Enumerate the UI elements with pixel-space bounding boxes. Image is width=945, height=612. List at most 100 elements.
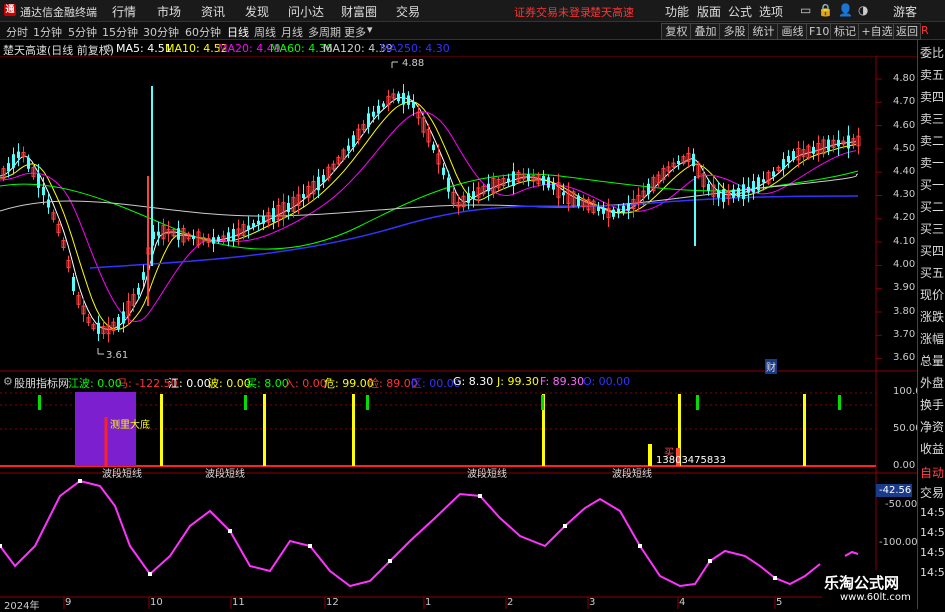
menu-shichang[interactable]: 市场 — [157, 3, 181, 20]
quote-label: 卖四 — [920, 90, 945, 104]
candle-body — [612, 209, 615, 217]
menu-hangqing[interactable]: 行情 — [112, 3, 136, 20]
menu-banmian[interactable]: 版面 — [697, 3, 721, 20]
price-label: 3.90 — [893, 282, 916, 293]
watermark-title: 乐淘公式网 — [824, 574, 900, 592]
tab-more[interactable]: 更多 — [344, 24, 366, 40]
quote-label: 卖二 — [920, 134, 945, 148]
menu-jiaoyi[interactable]: 交易 — [396, 3, 420, 20]
candle-body — [827, 139, 830, 151]
login-warning[interactable]: 证券交易未登录 — [514, 4, 591, 20]
wave-label: 波段短线 — [612, 469, 652, 480]
candle-body — [257, 220, 260, 225]
marker-button[interactable]: 标记 — [830, 23, 860, 40]
lock-icon[interactable]: 🔒 — [818, 3, 833, 17]
osc-point — [228, 529, 232, 533]
tab-weekly[interactable]: 周线 — [254, 24, 276, 40]
candle-body — [17, 151, 20, 158]
candle-body — [787, 155, 790, 163]
tab-daily[interactable]: 日线 — [227, 24, 249, 40]
tab-5min[interactable]: 5分钟 — [68, 24, 97, 40]
buy-tick — [838, 395, 841, 410]
quote-label: 买五 — [920, 266, 945, 280]
x-axis-label: 11 — [232, 597, 245, 608]
price-label: 4.40 — [893, 166, 916, 177]
buy-tick — [366, 395, 369, 410]
ma-info-bar: 楚天高速(日线 前复权) ⚙ MA5: 4.51 MA10: 4.52 MA20… — [0, 40, 945, 57]
risk-bar — [352, 394, 355, 466]
auto-trade-label[interactable]: 自动 — [920, 464, 944, 481]
osc-point — [148, 572, 152, 576]
candle-body — [42, 186, 45, 196]
menu-zixun[interactable]: 资讯 — [201, 3, 225, 20]
tab-1min[interactable]: 1分钟 — [33, 24, 62, 40]
draw-line-button[interactable]: 画线 — [777, 23, 808, 40]
menu-wenxiaoda[interactable]: 问小达 — [288, 3, 324, 20]
period-toolbar: 分时 1分钟 5分钟 15分钟 30分钟 60分钟 日线 周线 月线 多周期 更… — [0, 22, 945, 40]
quote-label: 涨幅 — [920, 332, 945, 346]
price-label: 4.50 — [893, 143, 916, 154]
back-button[interactable]: 返回 — [893, 23, 921, 40]
add-watchlist-button[interactable]: +自选 — [858, 23, 896, 40]
candle-body — [367, 113, 370, 128]
trade-label[interactable]: 交易 — [920, 484, 944, 501]
candle-body — [717, 190, 720, 198]
menu-gongneng[interactable]: 功能 — [665, 3, 689, 20]
indicator-gear-icon[interactable]: ⚙ — [3, 375, 13, 388]
candle-body — [142, 272, 145, 280]
price-axis-ticks — [876, 78, 882, 360]
oscillator-points — [0, 479, 859, 580]
indicator-value: 江波: 0.00 — [68, 377, 122, 390]
quote-label: 收益 — [920, 442, 945, 456]
tab-15min[interactable]: 15分钟 — [102, 24, 138, 40]
phone-watermark: 13803475833 — [656, 455, 726, 466]
candle-body — [597, 206, 600, 212]
f10-button[interactable]: F10 — [806, 23, 832, 40]
ma60-line — [0, 170, 859, 250]
osc-point — [78, 479, 82, 483]
overlay-button[interactable]: 叠加 — [690, 23, 721, 40]
tab-30min[interactable]: 30分钟 — [143, 24, 179, 40]
tab-multi-period[interactable]: 多周期 — [308, 24, 341, 40]
osc-point — [478, 494, 482, 498]
osc-tail — [844, 550, 859, 557]
multi-stock-button[interactable]: 多股 — [719, 23, 750, 40]
candle-body — [732, 189, 735, 198]
candle-body — [542, 175, 545, 185]
r-badge[interactable]: R — [921, 24, 929, 37]
buy-tick — [696, 395, 699, 410]
candle-body — [737, 187, 740, 198]
gear-icon[interactable]: ⚙ — [104, 42, 114, 55]
tab-60min[interactable]: 60分钟 — [185, 24, 221, 40]
menu-faxian[interactable]: 发现 — [245, 3, 269, 20]
stats-button[interactable]: 统计 — [748, 23, 779, 40]
guest-user[interactable]: 游客 — [893, 3, 917, 20]
time-label: 14:56 — [920, 566, 945, 579]
candle-body — [252, 223, 255, 227]
window-icon[interactable]: ▭ — [800, 3, 811, 17]
candle-body — [722, 189, 725, 202]
finance-marker[interactable]: 财 — [765, 359, 777, 374]
user-icon[interactable]: 👤 — [838, 3, 853, 17]
chevron-down-icon[interactable]: ▾ — [367, 23, 373, 36]
candle-body — [247, 225, 250, 230]
quote-side-panel: 委比 卖五 卖四 卖三 卖二 卖一 买一 买二 买三 买四 买五 现价 涨跌 涨… — [917, 40, 945, 609]
x-axis-label: 9 — [65, 597, 72, 608]
tab-monthly[interactable]: 月线 — [281, 24, 303, 40]
candle-body — [372, 111, 375, 117]
skin-icon[interactable]: ◑ — [858, 3, 868, 17]
fuquan-button[interactable]: 复权 — [661, 23, 692, 40]
osc-point — [388, 559, 392, 563]
x-axis-label: 4 — [679, 597, 686, 608]
menu-caifuquan[interactable]: 财富圈 — [341, 3, 377, 20]
osc-current-value: -42.56 — [879, 485, 912, 496]
chart-canvas[interactable] — [0, 56, 917, 609]
osc-axis-label: -50.00 — [885, 499, 918, 510]
menu-gongshi[interactable]: 公式 — [728, 3, 752, 20]
price-label: 3.70 — [893, 329, 916, 340]
tab-fenshi[interactable]: 分时 — [6, 24, 28, 40]
candle-body — [512, 171, 515, 187]
menu-xuanxiang[interactable]: 选项 — [759, 3, 783, 20]
candle-body — [157, 231, 160, 236]
risk-bar — [803, 394, 806, 466]
